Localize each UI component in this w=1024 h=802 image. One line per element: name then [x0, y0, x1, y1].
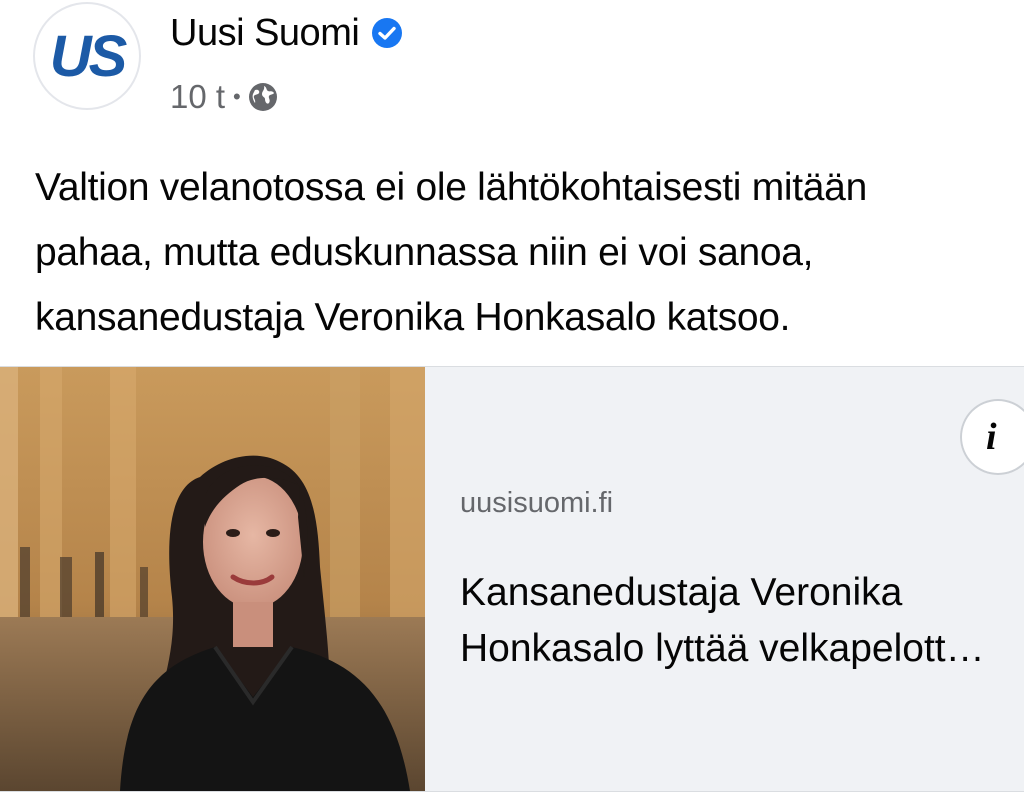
avatar-logo-text: US — [49, 24, 128, 89]
link-preview-image[interactable] — [0, 367, 425, 791]
post-timestamp[interactable]: 10 t — [170, 78, 225, 116]
page-name-row: Uusi Suomi — [170, 10, 403, 56]
info-button[interactable]: i — [960, 399, 1024, 475]
portrait-photo — [0, 367, 425, 791]
link-title[interactable]: Kansanedustaja Veronika Honkasalo lyttää… — [460, 565, 1022, 677]
post-text-line: kansanedustaja Veronika Honkasalo katsoo… — [35, 296, 791, 339]
link-title-line: Honkasalo lyttää velkapelott… — [460, 627, 985, 670]
globe-icon[interactable] — [247, 81, 279, 113]
meta-separator: • — [233, 84, 241, 109]
post-text-line: pahaa, mutta eduskunnassa niin ei voi sa… — [35, 231, 814, 274]
link-domain: uusisuomi.fi — [460, 487, 614, 519]
page-avatar[interactable]: US — [33, 2, 141, 110]
link-title-line: Kansanedustaja Veronika — [460, 571, 903, 614]
post-text-line: Valtion velanotossa ei ole lähtökohtaise… — [35, 166, 867, 209]
facebook-post: US Uusi Suomi 10 t • Valtion velanotossa… — [0, 0, 1024, 802]
post-message: Valtion velanotossa ei ole lähtökohtaise… — [35, 155, 1010, 350]
link-preview-card[interactable]: i uusisuomi.fi Kansanedustaja Veronika H… — [0, 366, 1024, 792]
post-meta: 10 t • — [170, 78, 279, 116]
verified-badge-icon — [371, 17, 403, 49]
info-icon: i — [986, 416, 997, 458]
page-name[interactable]: Uusi Suomi — [170, 12, 360, 55]
